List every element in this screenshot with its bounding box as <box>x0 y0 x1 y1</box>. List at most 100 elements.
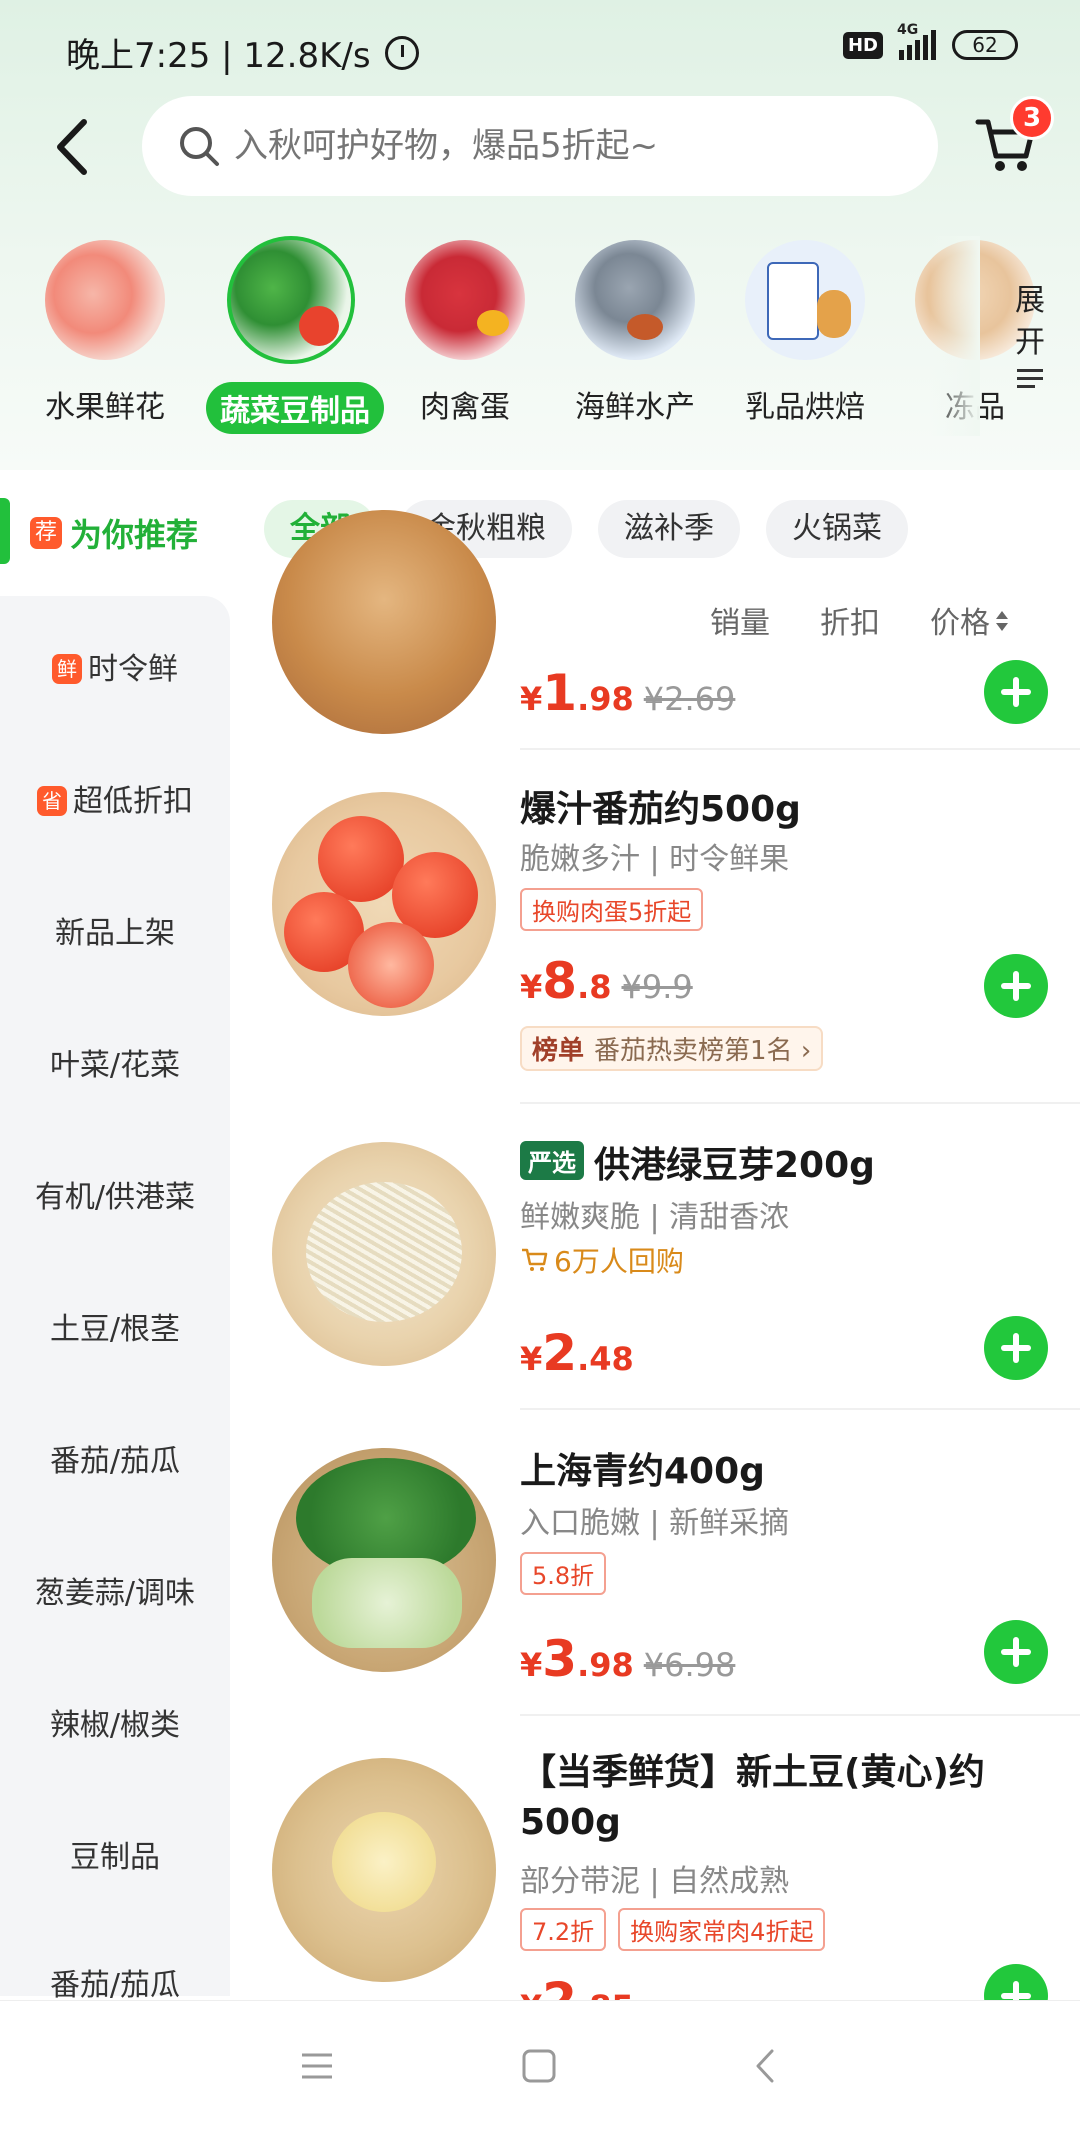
product-price: ¥2.48 <box>520 1324 634 1382</box>
back-nav-button[interactable] <box>740 2041 790 2091</box>
fruit-icon <box>45 240 165 360</box>
alarm-icon <box>384 35 419 70</box>
product-price: ¥8.8 ¥9.9 <box>520 952 693 1010</box>
add-to-cart-button[interactable] <box>984 1620 1048 1684</box>
sidebar-item-organic[interactable]: 有机/供港菜 <box>0 1172 230 1216</box>
sidebar-item-seasoning[interactable]: 葱姜蒜/调味 <box>0 1568 230 1612</box>
product-title: 上海青约400g <box>520 1451 765 1492</box>
dairy-icon <box>745 240 865 360</box>
divider <box>520 748 1080 750</box>
product-card[interactable]: ¥1.98 ¥2.69 <box>260 510 1080 750</box>
category-meat[interactable]: 肉禽蛋 <box>380 236 550 430</box>
product-card[interactable]: 【当季鲜货】新土豆(黄心)约 500g 部分带泥 | 自然成熟 7.2折 换购家常… <box>260 1748 1080 2030</box>
sidebar-item-label: 超低折扣 <box>73 784 193 819</box>
product-image <box>272 1448 496 1672</box>
category-label: 海鲜水产 <box>575 390 695 425</box>
tab-indicator <box>0 498 10 564</box>
sidebar-item-tomato[interactable]: 番茄/茄瓜 <box>0 1436 230 1480</box>
sidebar-item-new[interactable]: 新品上架 <box>0 908 230 952</box>
discount-tag: 5.8折 <box>520 1552 607 1595</box>
product-title: 【当季鲜货】新土豆(黄心)约 500g <box>520 1752 985 1843</box>
original-price: ¥2.69 <box>643 680 736 718</box>
recommend-tag: 荐 <box>30 517 62 549</box>
product-card[interactable]: 严选 供港绿豆芽200g 鲜嫩爽脆 | 清甜香浓 6万人回购 ¥2.48 <box>260 1136 1080 1406</box>
promo-tags: 7.2折 换购家常肉4折起 <box>520 1908 837 1951</box>
sidebar-item-seasonal[interactable]: 鲜时令鲜 <box>0 644 230 688</box>
expand-categories-button[interactable]: 展 开 <box>990 280 1070 420</box>
sort-discount[interactable]: 折扣 <box>820 598 880 642</box>
status-right: HD 4G 62 <box>842 22 1018 60</box>
discount-tag: 7.2折 <box>520 1908 607 1951</box>
sidebar-item-roots[interactable]: 土豆/根茎 <box>0 1304 230 1348</box>
rebuy-info: 6万人回购 <box>520 1240 684 1280</box>
sidebar-item-tomato-2[interactable]: 番茄/茄瓜 <box>0 1960 230 2004</box>
category-dairy[interactable]: 乳品烘焙 <box>720 236 890 430</box>
category-fade <box>930 236 980 436</box>
add-to-cart-button[interactable] <box>984 954 1048 1018</box>
brand-badge: 严选 <box>520 1141 584 1180</box>
expand-label: 开 <box>1015 325 1045 360</box>
product-image <box>272 1758 496 1982</box>
product-card[interactable]: 爆汁番茄约500g 脆嫩多汁 | 时令鲜果 换购肉蛋5折起 ¥8.8 ¥9.9 榜… <box>260 780 1080 1110</box>
category-vegetable[interactable]: 蔬菜豆制品 <box>206 236 384 434</box>
product-price: ¥1.98 ¥2.69 <box>520 664 736 722</box>
cart-count-badge: 3 <box>1010 96 1054 140</box>
sidebar-item-leafy[interactable]: 叶菜/花菜 <box>0 1040 230 1084</box>
category-label: 水果鲜花 <box>45 390 165 425</box>
system-nav-bar <box>0 2000 1080 2130</box>
sort-bar: 销量 折扣 价格 <box>710 598 1010 642</box>
home-nav-button[interactable] <box>514 2041 564 2091</box>
chip-hotpot[interactable]: 火锅菜 <box>766 500 908 558</box>
menu-nav-button[interactable] <box>292 2041 342 2091</box>
battery-icon: 62 <box>952 30 1018 60</box>
expand-label: 展 <box>1015 283 1045 318</box>
rank-text: 番茄热卖榜第1名 › <box>594 1036 812 1066</box>
sort-sales[interactable]: 销量 <box>710 598 770 642</box>
menu-icon <box>302 2053 332 2079</box>
sub-tab-bar: 荐 为你推荐 全部 金秋粗粮 滋补季 火锅菜 <box>0 478 1080 588</box>
sort-arrows-icon <box>996 611 1010 631</box>
category-label: 蔬菜豆制品 <box>206 382 384 434</box>
promo-tag: 换购肉蛋5折起 <box>520 888 704 931</box>
back-nav-icon <box>756 2049 774 2083</box>
tab-recommend[interactable]: 荐 为你推荐 <box>30 510 198 556</box>
search-bar[interactable] <box>142 96 938 196</box>
search-input[interactable] <box>234 126 914 166</box>
sidebar: 鲜时令鲜 省超低折扣 新品上架 叶菜/花菜 有机/供港菜 土豆/根茎 番茄/茄瓜… <box>0 596 230 2003</box>
sort-price[interactable]: 价格 <box>930 598 1010 642</box>
sidebar-item-peppers[interactable]: 辣椒/椒类 <box>0 1700 230 1744</box>
rebuy-text: 6万人回购 <box>554 1245 684 1278</box>
original-price: ¥9.9 <box>621 968 693 1006</box>
chip-tonic[interactable]: 滋补季 <box>598 500 740 558</box>
vegetable-icon <box>227 236 355 364</box>
add-to-cart-button[interactable] <box>984 1316 1048 1380</box>
back-button[interactable] <box>48 112 98 182</box>
rank-badge[interactable]: 榜单 番茄热卖榜第1名 › <box>520 1026 824 1071</box>
product-price: ¥3.98 ¥6.98 <box>520 1630 736 1688</box>
product-image <box>272 510 496 734</box>
product-subtitle: 入口脆嫩 | 新鲜采摘 <box>520 1506 790 1541</box>
product-image <box>272 792 496 1016</box>
product-subtitle: 部分带泥 | 自然成熟 <box>520 1864 790 1899</box>
hd-icon: HD <box>842 31 883 59</box>
seafood-icon <box>575 240 695 360</box>
divider <box>520 1408 1080 1410</box>
category-seafood[interactable]: 海鲜水产 <box>550 236 720 430</box>
status-bar: 晚上7:25 | 12.8K/s HD 4G 62 <box>0 0 1080 100</box>
sidebar-item-label: 时令鲜 <box>88 652 178 687</box>
tab-label: 为你推荐 <box>70 516 199 554</box>
product-title: 爆汁番茄约500g <box>520 789 801 830</box>
status-left: 晚上7:25 | 12.8K/s <box>66 28 419 77</box>
rank-label: 榜单 <box>532 1036 585 1066</box>
product-card[interactable]: 上海青约400g 入口脆嫩 | 新鲜采摘 5.8折 ¥3.98 ¥6.98 <box>260 1442 1080 1712</box>
promo-tags: 换购肉蛋5折起 <box>520 888 715 931</box>
category-label: 肉禽蛋 <box>420 390 510 425</box>
add-to-cart-button[interactable] <box>984 660 1048 724</box>
category-fruit[interactable]: 水果鲜花 <box>20 236 190 430</box>
product-subtitle: 脆嫩多汁 | 时令鲜果 <box>520 842 790 877</box>
sidebar-item-discount[interactable]: 省超低折扣 <box>0 776 230 820</box>
home-square-icon <box>522 2049 556 2083</box>
sidebar-item-tofu[interactable]: 豆制品 <box>0 1832 230 1876</box>
product-title: 严选 供港绿豆芽200g <box>520 1136 875 1188</box>
search-icon <box>180 127 219 166</box>
